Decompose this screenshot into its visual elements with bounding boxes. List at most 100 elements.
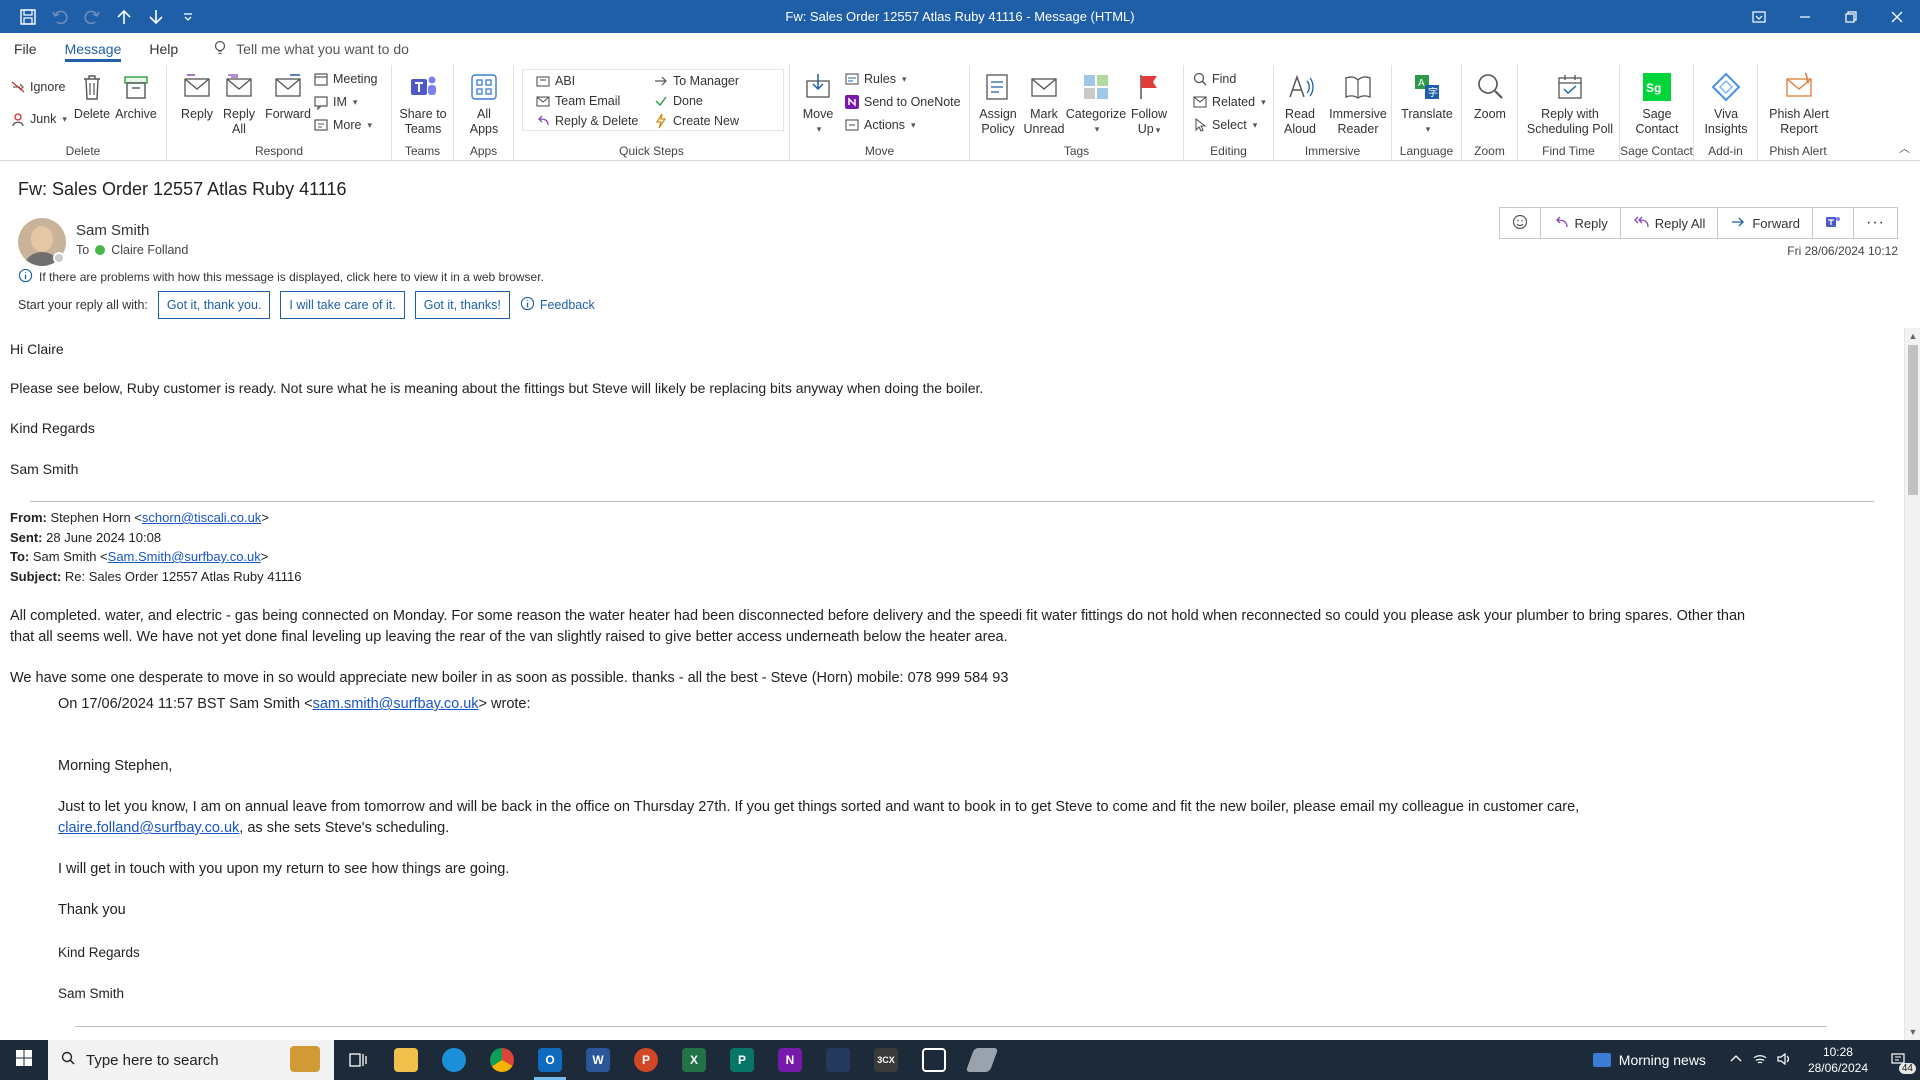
close-icon[interactable]: [1874, 0, 1920, 33]
reply-button[interactable]: Reply: [177, 69, 217, 122]
recipient-name[interactable]: Claire Folland: [111, 243, 188, 257]
more-respond-button[interactable]: More ▾: [313, 115, 372, 135]
forward-separator: [30, 501, 1874, 502]
share-to-teams-button[interactable]: Share to Teams: [396, 69, 450, 137]
zoom-button[interactable]: Zoom: [1468, 69, 1512, 122]
sender-name[interactable]: Sam Smith: [76, 222, 149, 239]
immersive-reader-button[interactable]: Immersive Reader: [1326, 69, 1390, 137]
reply-scheduling-poll-button[interactable]: Reply with Scheduling Poll: [1522, 69, 1618, 137]
notification-center-button[interactable]: 44: [1884, 1046, 1916, 1074]
3cx-icon[interactable]: 3CX: [862, 1040, 910, 1080]
onenote-taskbar-icon[interactable]: N: [766, 1040, 814, 1080]
quickstep-abi[interactable]: ABI: [535, 71, 575, 91]
select-button[interactable]: Select ▾: [1192, 115, 1257, 135]
reply-all-button[interactable]: Reply All: [219, 69, 259, 137]
phish-alert-report-button[interactable]: Phish Alert Report: [1764, 69, 1834, 137]
categorize-button[interactable]: Categorize ▾: [1066, 69, 1126, 137]
emoji-reaction-button[interactable]: [1500, 208, 1541, 238]
find-button[interactable]: Find: [1192, 69, 1236, 89]
claire-email-link[interactable]: claire.folland@surfbay.co.uk: [58, 820, 239, 836]
teams-chat-button[interactable]: [1813, 208, 1855, 238]
start-button[interactable]: [0, 1040, 48, 1080]
related-button[interactable]: Related ▾: [1192, 92, 1266, 112]
read-aloud-button[interactable]: Read Aloud: [1278, 69, 1322, 137]
app-icon-3[interactable]: [958, 1040, 1006, 1080]
quickstep-create-new[interactable]: Create New: [653, 111, 739, 131]
rules-button[interactable]: Rules ▾: [844, 69, 907, 89]
edge-icon[interactable]: [430, 1040, 478, 1080]
junk-button[interactable]: Junk ▾: [10, 109, 67, 129]
archive-button[interactable]: Archive: [114, 69, 158, 122]
suggested-reply-3[interactable]: Got it, thanks!: [414, 291, 510, 319]
news-widget[interactable]: Morning news: [1592, 1052, 1720, 1068]
quickstep-done[interactable]: Done: [653, 91, 703, 111]
next-item-icon[interactable]: [142, 3, 170, 31]
forward-from-email[interactable]: schorn@tiscali.co.uk: [142, 510, 261, 525]
scroll-down-icon[interactable]: ▼: [1905, 1024, 1920, 1040]
more-respond-icon: [314, 119, 328, 131]
publisher-icon[interactable]: P: [718, 1040, 766, 1080]
follow-up-button[interactable]: Follow Up ▾: [1126, 69, 1172, 138]
meeting-button[interactable]: Meeting: [313, 69, 377, 89]
all-apps-button[interactable]: All Apps: [462, 69, 506, 137]
forward-to-email[interactable]: Sam.Smith@surfbay.co.uk: [108, 549, 261, 564]
forward-button[interactable]: Forward: [263, 69, 313, 122]
send-to-onenote-button[interactable]: Send to OneNote: [844, 92, 961, 112]
ribbon-display-options-icon[interactable]: [1736, 0, 1782, 33]
volume-icon[interactable]: [1776, 1051, 1792, 1070]
previous-item-icon[interactable]: [110, 3, 138, 31]
quickstep-reply-delete[interactable]: Reply & Delete: [535, 111, 638, 131]
viva-insights-button[interactable]: Viva Insights: [1702, 69, 1750, 137]
header-forward-button[interactable]: Forward: [1718, 208, 1814, 238]
redo-icon[interactable]: [78, 3, 106, 31]
scrollbar-thumb[interactable]: [1908, 345, 1918, 495]
file-explorer-icon[interactable]: [382, 1040, 430, 1080]
assign-policy-button[interactable]: Assign Policy: [976, 69, 1020, 137]
powerpoint-icon[interactable]: P: [622, 1040, 670, 1080]
quoted-regards: Kind Regards: [58, 945, 140, 960]
tab-message[interactable]: Message: [51, 33, 136, 65]
outlook-icon[interactable]: O: [526, 1040, 574, 1080]
more-actions-button[interactable]: ···: [1854, 208, 1897, 238]
mark-unread-button[interactable]: Mark Unread: [1024, 69, 1065, 137]
chevron-up-icon[interactable]: [1728, 1051, 1744, 1070]
quickstep-to-manager[interactable]: To Manager: [653, 71, 739, 91]
excel-icon[interactable]: X: [670, 1040, 718, 1080]
taskbar-search[interactable]: Type here to search: [48, 1040, 334, 1080]
restore-icon[interactable]: [1828, 0, 1874, 33]
undo-icon[interactable]: [46, 3, 74, 31]
display-notice[interactable]: If there are problems with how this mess…: [18, 268, 544, 286]
minimize-icon[interactable]: [1782, 0, 1828, 33]
tab-help[interactable]: Help: [135, 33, 192, 65]
im-button[interactable]: IM ▾: [313, 92, 357, 112]
chrome-icon[interactable]: [478, 1040, 526, 1080]
app-icon-1[interactable]: [814, 1040, 862, 1080]
translate-button[interactable]: A字 Translate ▾: [1398, 69, 1456, 137]
taskbar-clock[interactable]: 10:28 28/06/2024: [1800, 1044, 1876, 1076]
tell-me-search[interactable]: Tell me what you want to do: [212, 40, 409, 59]
message-body: Hi Claire Please see below, Ruby custome…: [0, 328, 1904, 1040]
word-icon[interactable]: W: [574, 1040, 622, 1080]
move-button[interactable]: Move ▾: [798, 69, 838, 137]
wifi-icon[interactable]: [1752, 1051, 1768, 1070]
ignore-button[interactable]: Ignore: [10, 77, 65, 97]
delete-button[interactable]: Delete: [72, 69, 112, 122]
feedback-link[interactable]: Feedback: [520, 296, 595, 314]
save-icon[interactable]: [14, 3, 42, 31]
suggested-reply-1[interactable]: Got it, thank you.: [157, 291, 271, 319]
calendar-icon: [314, 73, 328, 86]
quoted-sender-email[interactable]: sam.smith@surfbay.co.uk: [313, 696, 479, 712]
collapse-ribbon-icon[interactable]: ︿: [1899, 140, 1910, 156]
actions-button[interactable]: Actions ▾: [844, 115, 916, 135]
task-view-icon[interactable]: [334, 1040, 382, 1080]
app-icon-2[interactable]: [910, 1040, 958, 1080]
quickstep-team-email[interactable]: Team Email: [535, 91, 620, 111]
sage-contact-button[interactable]: Sg Sage Contact: [1632, 69, 1682, 137]
header-reply-button[interactable]: Reply: [1541, 208, 1621, 238]
scroll-up-icon[interactable]: ▲: [1905, 328, 1920, 344]
tab-file[interactable]: File: [0, 33, 51, 65]
header-reply-all-button[interactable]: Reply All: [1621, 208, 1719, 238]
message-scrollbar[interactable]: ▲ ▼: [1904, 328, 1920, 1040]
suggested-reply-2[interactable]: I will take care of it.: [280, 291, 405, 319]
customize-toolbar-icon[interactable]: [174, 3, 202, 31]
